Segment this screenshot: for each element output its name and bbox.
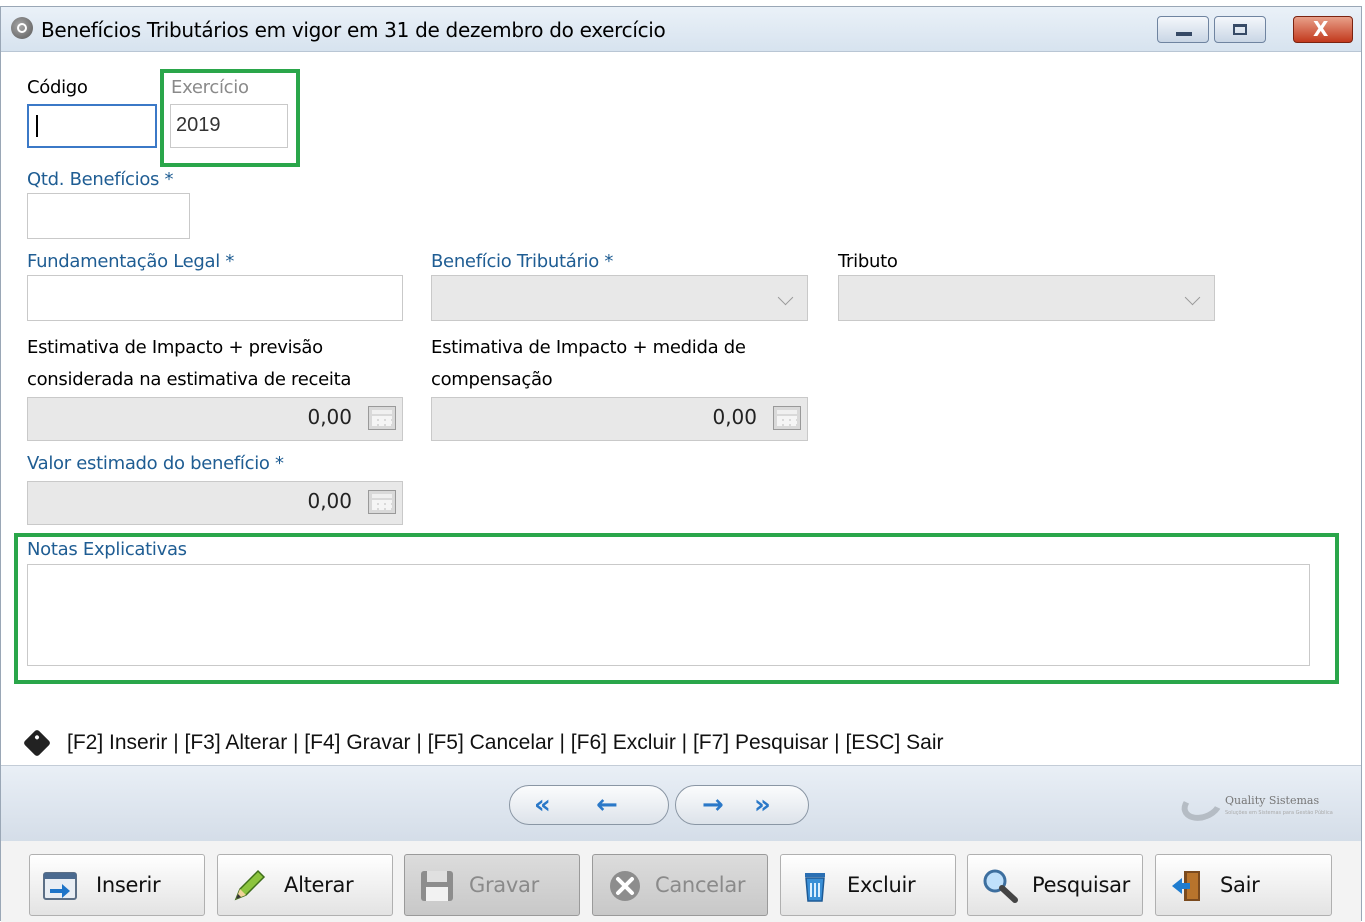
close-icon: X (1313, 17, 1329, 41)
brand-tagline: Soluções em Sistemas para Gestão Pública (1225, 810, 1333, 816)
tag-icon (22, 728, 52, 758)
insert-icon (43, 872, 77, 900)
action-toolbar: Inserir Alterar Gravar Cancelar Excluir … (1, 841, 1361, 922)
sair-label: Sair (1220, 873, 1260, 897)
pesquisar-label: Pesquisar (1032, 873, 1130, 897)
maximize-icon (1233, 24, 1247, 35)
inserir-label: Inserir (96, 873, 161, 897)
nav-back-group: « ← (509, 785, 669, 825)
maximize-button[interactable] (1214, 16, 1266, 43)
inserir-button[interactable]: Inserir (29, 854, 205, 916)
pesquisar-button[interactable]: Pesquisar (967, 854, 1143, 916)
tributo-label: Tributo (838, 251, 898, 272)
estimativa-compensacao-label-line1: Estimativa de Impacto + medida de (431, 337, 746, 358)
title-bar[interactable]: Benefícios Tributários em vigor em 31 de… (1, 7, 1361, 52)
minimize-icon (1176, 32, 1192, 36)
estimativa-compensacao-value: 0,00 (712, 405, 757, 429)
excluir-button[interactable]: Excluir (780, 854, 956, 916)
valor-estimado-input[interactable]: 0,00 (27, 481, 403, 525)
calculator-icon[interactable] (368, 406, 396, 430)
first-record-icon[interactable]: « (534, 790, 551, 820)
estimativa-previsao-value: 0,00 (307, 405, 352, 429)
search-icon (983, 869, 1018, 903)
estimativa-previsao-input[interactable]: 0,00 (27, 397, 403, 441)
estimativa-compensacao-label-line2: compensação (431, 369, 553, 390)
qtd-beneficios-label: Qtd. Benefícios * (27, 169, 174, 190)
previous-record-icon[interactable]: ← (596, 790, 618, 820)
next-record-icon[interactable]: → (702, 790, 724, 820)
notas-explicativas-textarea[interactable] (27, 564, 1310, 666)
calculator-icon[interactable] (773, 406, 801, 430)
calculator-icon[interactable] (368, 490, 396, 514)
excluir-label: Excluir (847, 873, 916, 897)
shortcut-hints: [F2] Inserir | [F3] Alterar | [F4] Grava… (67, 731, 944, 754)
save-icon (421, 871, 453, 901)
chevron-down-icon (777, 289, 794, 306)
form-window: Benefícios Tributários em vigor em 31 de… (0, 6, 1362, 922)
pencil-icon (234, 869, 266, 901)
gravar-button[interactable]: Gravar (404, 854, 580, 916)
beneficio-tributario-select[interactable] (431, 275, 808, 321)
chevron-down-icon (1184, 289, 1201, 306)
estimativa-compensacao-input[interactable]: 0,00 (431, 397, 808, 441)
estimativa-previsao-label-line2: considerada na estimativa de receita (27, 369, 352, 390)
exercicio-input[interactable]: 2019 (170, 104, 288, 148)
alterar-label: Alterar (284, 873, 354, 897)
notas-explicativas-label: Notas Explicativas (27, 539, 187, 560)
brand-swoosh-icon (1177, 783, 1227, 827)
gravar-label: Gravar (469, 873, 539, 897)
beneficio-tributario-label: Benefício Tributário * (431, 251, 614, 272)
codigo-input[interactable] (27, 104, 157, 148)
alterar-button[interactable]: Alterar (217, 854, 393, 916)
qtd-beneficios-input[interactable] (27, 193, 190, 239)
sair-button[interactable]: Sair (1155, 854, 1332, 916)
fundamentacao-legal-label: Fundamentação Legal * (27, 251, 235, 272)
exit-door-icon (1172, 871, 1200, 901)
cancel-icon (610, 871, 640, 901)
cancelar-button[interactable]: Cancelar (592, 854, 768, 916)
exercicio-label: Exercício (171, 77, 249, 98)
valor-estimado-value: 0,00 (307, 489, 352, 513)
close-button[interactable]: X (1293, 16, 1353, 43)
estimativa-previsao-label-line1: Estimativa de Impacto + previsão (27, 337, 323, 358)
last-record-icon[interactable]: » (754, 790, 771, 820)
navigation-bar: « ← → » Quality Sistemas Soluções em Sis… (1, 765, 1361, 842)
minimize-button[interactable] (1157, 16, 1209, 43)
trash-icon (805, 873, 825, 902)
app-icon (11, 17, 33, 39)
text-caret (36, 115, 38, 137)
valor-estimado-label: Valor estimado do benefício * (27, 453, 284, 474)
tributo-select[interactable] (838, 275, 1215, 321)
exercicio-value: 2019 (176, 114, 221, 136)
window-title: Benefícios Tributários em vigor em 31 de… (41, 18, 666, 42)
nav-forward-group: → » (675, 785, 809, 825)
brand-name: Quality Sistemas (1225, 794, 1320, 807)
fundamentacao-legal-input[interactable] (27, 275, 403, 321)
codigo-label: Código (27, 77, 88, 98)
cancelar-label: Cancelar (655, 873, 746, 897)
